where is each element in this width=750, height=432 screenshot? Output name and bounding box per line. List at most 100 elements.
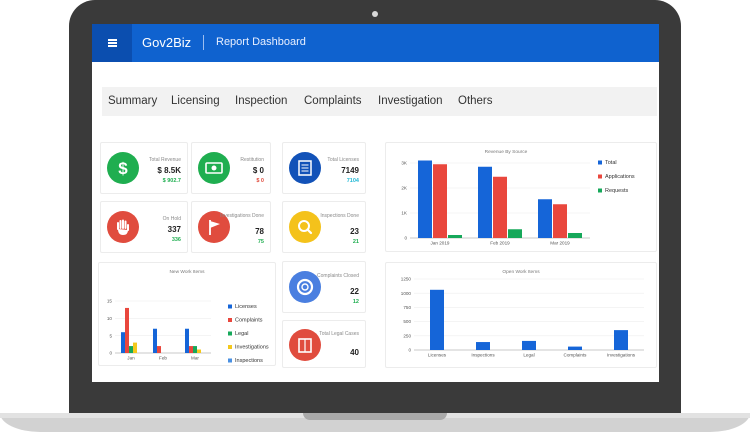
x-tick-label: Licenses [428, 353, 447, 358]
kpi-card-legal[interactable]: Total Legal Cases 40 [282, 320, 366, 368]
kpi-value: $ 0 [252, 166, 264, 175]
dollar-icon: $ [107, 152, 139, 184]
kpi-card-investigations[interactable]: Investigations Done 78 75 [191, 201, 271, 253]
bar [476, 342, 490, 350]
x-tick-label: Inspections [471, 353, 495, 358]
tab-licensing[interactable]: Licensing [171, 95, 220, 107]
kpi-subvalue: $ 0 [256, 178, 264, 184]
bar [125, 307, 129, 353]
bar [189, 346, 193, 353]
app-header: Gov2Biz Report Dashboard [92, 24, 659, 62]
kpi-subvalue: 75 [257, 239, 264, 245]
tab-complaints[interactable]: Complaints [304, 95, 362, 107]
x-tick-label: Jan [127, 356, 135, 361]
revenue-by-source-chart: Revenue By Source 0 1K 2K 3K Jan 2019 Feb 2019… [401, 149, 635, 246]
brand-name: Gov2Biz [142, 35, 192, 50]
kpi-subvalue: 7104 [346, 178, 359, 184]
kpi-subvalue: 21 [352, 239, 359, 245]
svg-text:$: $ [118, 159, 128, 178]
x-tick-label: Complaints [564, 353, 588, 358]
kpi-value: 22 [350, 287, 359, 296]
legend-swatch [228, 318, 232, 322]
kpi-label: Total Legal Cases [319, 331, 359, 337]
bar [448, 235, 462, 238]
legend-swatch [228, 304, 232, 309]
tab-investigation[interactable]: Investigation [378, 95, 443, 107]
kpi-label: Investigations Done [220, 213, 264, 219]
tab-summary[interactable]: Summary [108, 95, 157, 107]
x-tick-label: Feb [159, 356, 167, 361]
legend-label: Legal [235, 331, 248, 337]
new-work-items-chart: New Work Items 0 5 10 15 Jan Feb Mar Licenses Com… [107, 269, 269, 364]
x-tick-label: Mar [191, 356, 199, 361]
kpi-subvalue: 12 [352, 299, 359, 305]
kpi-card-on-hold[interactable]: On Hold 337 336 [100, 201, 188, 253]
chart-revenue-by-source: Revenue By Source 0 1K 2K 3K Jan 2019 Feb 2019… [385, 142, 657, 252]
y-tick-label: 1K [401, 211, 408, 216]
tab-inspection[interactable]: Inspection [235, 95, 287, 107]
chart-new-work-items: New Work Items 0 5 10 15 Jan Feb Mar Licenses Com… [98, 262, 276, 366]
bar [197, 349, 201, 353]
law-book-icon [289, 329, 321, 361]
kpi-card-inspections[interactable]: Inspections Done 23 21 [282, 201, 366, 253]
legend-label: Complaints [235, 318, 263, 324]
bar [568, 346, 582, 350]
chart-title: New Work Items [169, 269, 205, 275]
bar [157, 346, 161, 353]
hand-stop-icon [107, 211, 139, 243]
legend-swatch [228, 331, 232, 336]
kpi-card-revenue[interactable]: $ Total Revenue $ 8.5K $ 902.7 [100, 142, 188, 194]
kpi-label: Restitution [240, 157, 264, 163]
tab-others[interactable]: Others [458, 95, 493, 107]
y-tick-label: 0 [408, 348, 411, 353]
header-divider [203, 35, 204, 50]
x-tick-label: Mar 2019 [550, 241, 570, 246]
bar [522, 340, 536, 350]
bar [129, 346, 133, 353]
x-tick-label: Investigations [607, 353, 636, 358]
bar [568, 233, 582, 238]
hamburger-menu-button[interactable] [92, 24, 132, 62]
kpi-value: 7149 [341, 166, 359, 175]
hamburger-icon [107, 42, 117, 44]
y-tick-label: 5 [109, 333, 112, 338]
legend-label: Total [605, 160, 617, 166]
kpi-card-licenses[interactable]: Total Licenses 7149 7104 [282, 142, 366, 194]
bar [614, 330, 628, 350]
bar [538, 199, 552, 238]
legend-swatch [598, 174, 602, 179]
chart-title: Revenue By Source [485, 149, 528, 155]
bar [121, 332, 125, 353]
legend-swatch [598, 160, 602, 165]
kpi-value: $ 8.5K [157, 166, 181, 175]
kpi-subvalue: 336 [171, 237, 181, 243]
legend-swatch [228, 358, 232, 363]
kpi-card-complaints[interactable]: Complaints Closed 22 12 [282, 261, 366, 313]
y-tick-label: 1250 [401, 277, 412, 282]
y-tick-label: 2K [401, 186, 408, 191]
legend-label: Requests [605, 188, 628, 194]
nav-tabs: Summary Licensing Inspection Complaints … [102, 87, 657, 116]
legend-label: Licenses [235, 304, 257, 310]
kpi-value: 78 [255, 227, 264, 236]
bar [193, 346, 197, 353]
page-title: Report Dashboard [216, 36, 306, 48]
kpi-subvalue: $ 902.7 [162, 178, 181, 184]
kpi-label: Complaints Closed [317, 273, 359, 279]
kpi-value: 40 [350, 348, 359, 357]
y-tick-label: 3K [401, 161, 408, 166]
kpi-value: 337 [167, 225, 181, 234]
legend-swatch [598, 188, 602, 193]
bar [430, 289, 444, 350]
legend-swatch [228, 345, 232, 349]
x-tick-label: Feb 2019 [490, 241, 510, 246]
bar [508, 229, 522, 238]
bar [153, 328, 157, 353]
x-tick-label: Jan 2019 [431, 241, 450, 246]
y-tick-label: 10 [107, 316, 113, 321]
bar [478, 166, 492, 238]
kpi-card-restitution[interactable]: Restitution $ 0 $ 0 [191, 142, 271, 194]
chart-open-work-items: Open Work Items 0 250 500 750 1000 1250 License… [385, 262, 657, 368]
bar [133, 342, 137, 353]
y-tick-label: 0 [109, 351, 112, 356]
